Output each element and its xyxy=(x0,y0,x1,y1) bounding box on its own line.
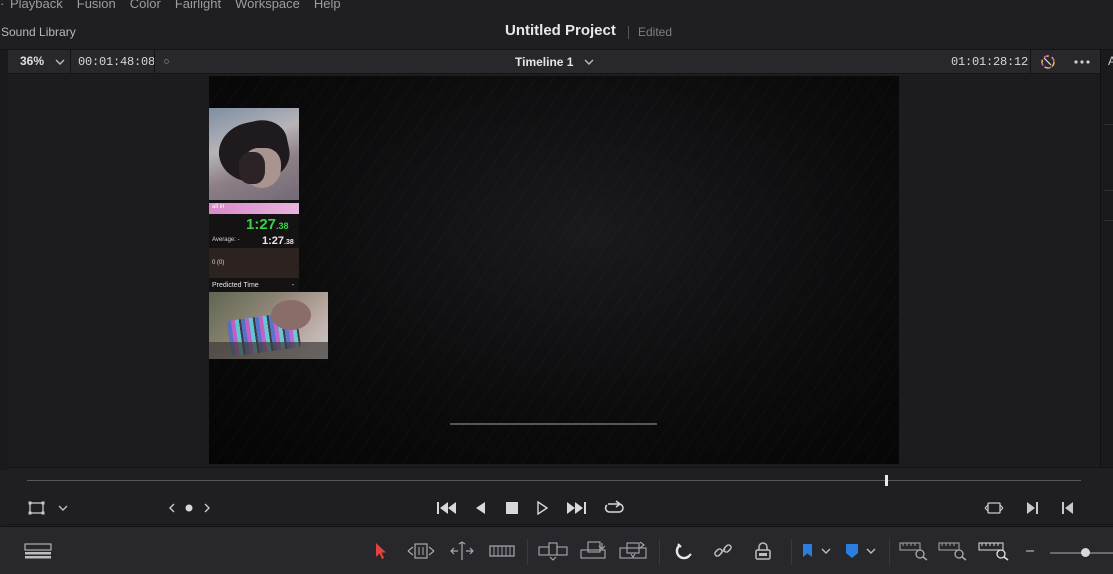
timeline-selector[interactable]: Timeline 1 xyxy=(515,55,573,69)
snapping-icon[interactable] xyxy=(675,542,695,560)
left-panel-edge xyxy=(0,50,8,470)
scrubber-bar[interactable] xyxy=(8,467,1113,493)
average-label: Average: - xyxy=(212,237,240,243)
zoom-level[interactable]: 36% xyxy=(20,54,44,68)
mark-in-icon[interactable] xyxy=(1025,501,1039,515)
project-status: Edited xyxy=(638,25,673,39)
predicted-label: Predicted Time xyxy=(212,282,259,289)
selection-tool-icon[interactable] xyxy=(373,542,389,560)
marker-icon[interactable] xyxy=(845,543,859,559)
menu-bar: · Playback Fusion Color Fairlight Worksp… xyxy=(0,0,1113,12)
transform-rect-icon[interactable] xyxy=(28,501,46,515)
zoom-custom-icon[interactable] xyxy=(978,541,1010,561)
menu-item-help[interactable]: Help xyxy=(314,0,341,11)
flag-icon[interactable] xyxy=(801,543,813,559)
toolbar-divider xyxy=(791,539,792,565)
header-divider xyxy=(154,50,155,74)
main-timer-value: 1:27 xyxy=(246,216,277,233)
average-dash: - xyxy=(237,237,240,243)
replace-clip-icon[interactable] xyxy=(618,540,648,562)
stop-icon[interactable] xyxy=(505,501,519,515)
character-shadow xyxy=(239,152,265,184)
playhead[interactable] xyxy=(885,475,888,486)
mark-out-icon[interactable] xyxy=(1061,501,1075,515)
timeline-view-options-icon[interactable] xyxy=(24,543,52,559)
toolbar-divider xyxy=(889,539,890,565)
handcam-overlay xyxy=(209,292,328,359)
source-timecode[interactable]: 00:01:48:08 xyxy=(78,55,155,69)
toolbar-divider xyxy=(659,539,660,565)
record-timecode[interactable]: 01:01:28:12 xyxy=(951,55,1028,69)
trim-edit-icon[interactable] xyxy=(406,542,436,560)
menu-item-playback[interactable]: Playback xyxy=(10,0,63,11)
header-divider xyxy=(1030,50,1031,74)
menu-item-fusion[interactable]: Fusion xyxy=(77,0,116,11)
speedrun-timer-overlay: all in - 1:27.38 Average: - 1:27.38 0 (0… xyxy=(209,200,299,292)
skip-to-start-icon[interactable] xyxy=(436,501,458,515)
panel-divider xyxy=(1104,190,1113,191)
title-bar: Sound Library Untitled Project Edited xyxy=(0,14,1113,50)
chevron-down-icon[interactable] xyxy=(584,55,594,70)
panel-divider xyxy=(1104,124,1113,125)
split-extra: - xyxy=(293,204,295,210)
scrubber-track[interactable] xyxy=(27,480,1081,481)
chevron-down-icon[interactable] xyxy=(55,55,65,70)
match-frame-icon[interactable] xyxy=(984,501,1004,515)
overwrite-clip-icon[interactable] xyxy=(580,540,606,562)
edit-toolbar xyxy=(0,526,1113,574)
title-underline xyxy=(450,423,657,425)
desk-image xyxy=(209,342,328,359)
menu-item-workspace[interactable]: Workspace xyxy=(235,0,300,11)
chevron-down-icon[interactable] xyxy=(866,546,876,556)
webcam-overlay xyxy=(209,108,299,208)
inspector-tab-partial[interactable]: A xyxy=(1108,54,1113,68)
menu-item-fairlight[interactable]: Fairlight xyxy=(175,0,221,11)
menu-item-partial[interactable]: · xyxy=(0,0,10,11)
average-label-text: Average xyxy=(212,237,235,243)
position-lock-icon[interactable] xyxy=(753,541,773,561)
right-panel-edge: A xyxy=(1100,50,1113,470)
attempt-count: 0 (0) xyxy=(212,260,225,266)
clip-navigation-icon[interactable] xyxy=(168,501,212,515)
menu-item-color[interactable]: Color xyxy=(130,0,161,11)
insert-clip-icon[interactable] xyxy=(538,541,568,561)
sound-library-button[interactable]: Sound Library xyxy=(1,25,76,39)
zoom-detail-icon[interactable] xyxy=(938,541,968,561)
average-time-value: 1:27 xyxy=(262,235,285,247)
play-reverse-icon[interactable] xyxy=(474,501,486,515)
panel-divider xyxy=(1104,220,1113,221)
viewer-header: 36% 00:01:48:08 Timeline 1 01:01:28:12 xyxy=(8,50,1100,74)
hand-image xyxy=(271,300,311,330)
chevron-down-icon[interactable] xyxy=(821,546,831,556)
average-time: 1:27.38 xyxy=(262,235,294,247)
predicted-value: - xyxy=(292,282,295,289)
loop-icon[interactable] xyxy=(603,500,625,516)
header-divider xyxy=(70,50,71,74)
dynamic-trim-icon[interactable] xyxy=(448,541,476,561)
toolbar-divider xyxy=(527,539,528,565)
main-timer-ms: .38 xyxy=(276,221,289,231)
skip-to-end-icon[interactable] xyxy=(565,501,587,515)
zoom-full-extent-icon[interactable] xyxy=(899,541,929,561)
linked-selection-icon[interactable] xyxy=(713,542,733,560)
chevron-down-icon[interactable] xyxy=(58,503,68,513)
zoom-slider-knob[interactable] xyxy=(1081,548,1090,557)
split-name: all in xyxy=(212,204,225,210)
status-dot-icon xyxy=(164,59,169,64)
zoom-out-icon[interactable] xyxy=(1024,545,1036,557)
color-wheel-icon[interactable] xyxy=(1039,53,1057,74)
viewer-frame[interactable] xyxy=(209,76,899,464)
average-time-ms: .38 xyxy=(284,239,294,246)
more-options-icon[interactable] xyxy=(1072,53,1092,74)
project-title: Untitled Project xyxy=(505,22,616,39)
transport-controls xyxy=(8,493,1113,525)
blade-tool-icon[interactable] xyxy=(489,543,515,559)
title-divider xyxy=(628,26,629,39)
play-icon[interactable] xyxy=(537,501,549,515)
main-timer: 1:27.38 xyxy=(246,216,289,233)
